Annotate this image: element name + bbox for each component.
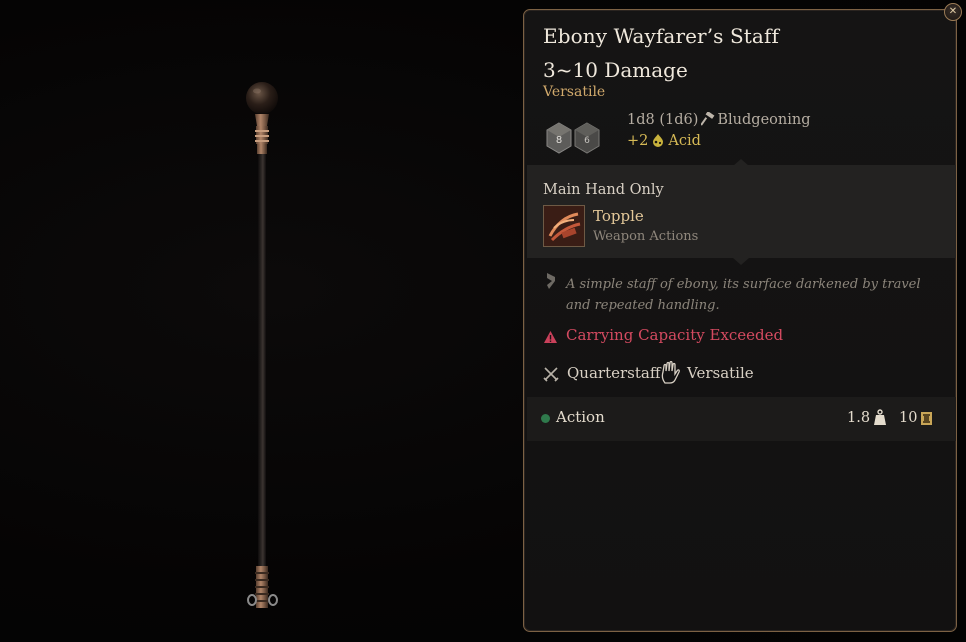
item-weight: 1.8: [847, 410, 871, 426]
acid-icon: [651, 133, 665, 148]
bonus-damage-value: +2: [627, 133, 649, 149]
action-name: Topple: [593, 207, 644, 225]
item-description: A simple staff of ebony, its surface dar…: [566, 277, 921, 313]
bonus-damage-type: Acid: [668, 133, 701, 149]
action-category: Weapon Actions: [593, 229, 699, 244]
damage-dice-line: 1d8 (1d6) Bludgeoning: [627, 111, 811, 128]
weapon-type-label[interactable]: Quarterstaff: [567, 364, 660, 382]
close-button[interactable]: ✕: [944, 3, 962, 21]
damage-dice-icon: 8 6: [545, 121, 603, 157]
section-notch-bottom: [733, 258, 749, 265]
d6-label: 6: [584, 136, 590, 146]
close-icon: ✕: [948, 6, 958, 17]
item-value: 10: [899, 410, 918, 426]
damage-dice-text: 1d8 (1d6): [627, 112, 699, 128]
topple-action-icon[interactable]: [543, 205, 585, 247]
item-property: Versatile: [543, 84, 606, 100]
crossed-swords-icon: [542, 365, 560, 383]
item-tooltip-panel: [523, 9, 957, 632]
bonus-damage-line: +2 Acid: [627, 133, 701, 149]
scroll-icon: [543, 272, 559, 290]
versatile-property-label[interactable]: Versatile: [687, 364, 754, 382]
warning-icon: [543, 329, 558, 343]
item-damage: 3~10 Damage: [543, 58, 688, 82]
gold-icon: [920, 411, 933, 426]
action-type-dot: [541, 414, 550, 423]
action-type-label: Action: [556, 408, 605, 426]
weight-icon: [873, 409, 887, 426]
item-title: Ebony Wayfarer’s Staff: [543, 24, 779, 48]
damage-type-text: Bludgeoning: [717, 112, 811, 128]
carrying-capacity-warning: Carrying Capacity Exceeded: [566, 326, 784, 344]
item-preview-staff: [240, 78, 286, 618]
d8-label: 8: [556, 135, 562, 146]
hand-icon: [660, 360, 680, 385]
bludgeoning-icon: [700, 111, 715, 126]
equip-slot-label: Main Hand Only: [543, 182, 664, 198]
equip-section: [527, 165, 956, 258]
